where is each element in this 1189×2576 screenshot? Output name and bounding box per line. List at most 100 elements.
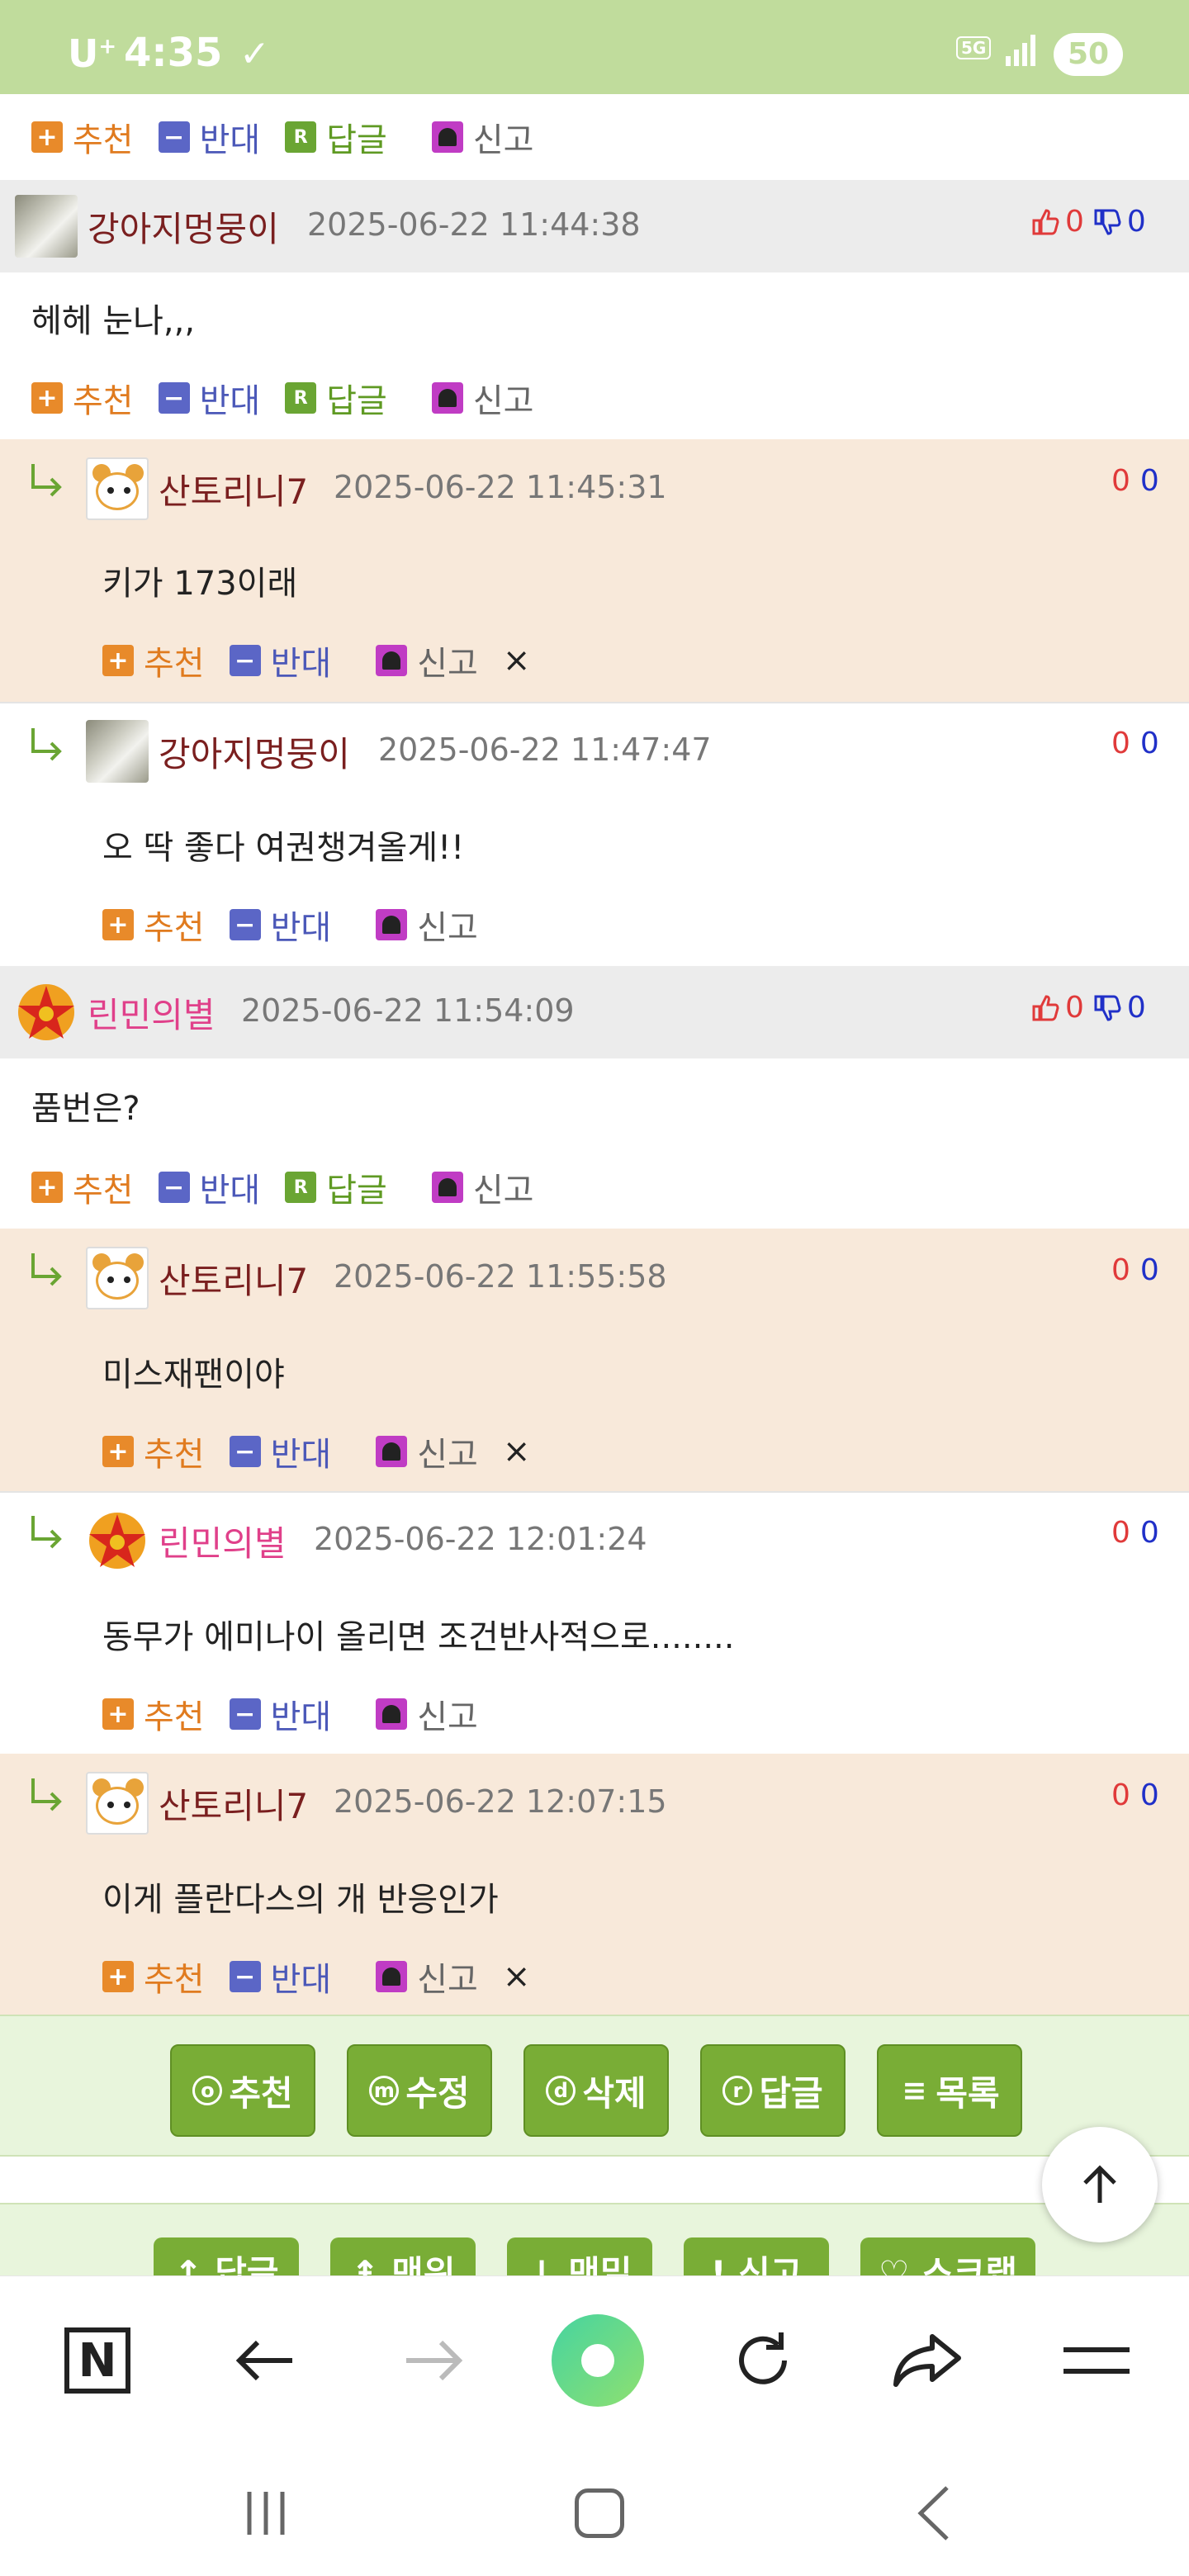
reply-button[interactable]: R 답글	[285, 374, 387, 422]
delete-button[interactable]: d 삭제	[523, 2044, 669, 2137]
downvote-count: 0	[1139, 1253, 1159, 1287]
vote-counts: 00	[1111, 1778, 1159, 1812]
reply-button[interactable]: R 답글	[285, 113, 387, 161]
thumbs-up-icon[interactable]	[1030, 993, 1060, 1023]
home-icon[interactable]	[558, 2480, 641, 2546]
delete-icon[interactable]: ×	[503, 642, 531, 680]
comment-date: 2025-06-22 11:44:38	[307, 206, 641, 243]
naver-home-icon[interactable]: N	[56, 2319, 139, 2402]
avatar[interactable]	[15, 195, 78, 258]
recommend-post-button[interactable]: o 추천	[170, 2044, 315, 2137]
refresh-icon[interactable]	[722, 2319, 804, 2402]
upvote-count: 0	[1111, 1516, 1130, 1550]
oppose-button[interactable]: − 반대	[229, 1690, 331, 1738]
plus-icon: +	[31, 1172, 63, 1203]
recommend-button[interactable]: + 추천	[31, 113, 134, 161]
comment-date: 2025-06-22 12:01:24	[314, 1521, 647, 1557]
recent-apps-icon[interactable]	[225, 2480, 307, 2546]
recommend-button[interactable]: + 추천	[102, 637, 205, 684]
avatar[interactable]	[86, 720, 149, 783]
comment-author[interactable]: 린민의별	[159, 1516, 287, 1566]
oppose-button[interactable]: − 반대	[158, 1163, 260, 1211]
comment-header: 강아지멍뭉이 2025-06-22 11:44:38 0 0	[0, 180, 1189, 272]
avatar[interactable]	[86, 1247, 149, 1309]
report-button[interactable]: 신고	[431, 374, 533, 422]
delete-icon[interactable]: ×	[503, 1432, 531, 1470]
avatar[interactable]	[86, 457, 149, 520]
comment-author[interactable]: 산토리니7	[159, 1253, 308, 1304]
comment-author[interactable]: 산토리니7	[159, 1778, 308, 1829]
vote-counts: 0 0	[1030, 991, 1146, 1025]
system-nav-bar	[0, 2447, 1189, 2576]
carrier-label: U+	[68, 31, 117, 76]
reply-button[interactable]: R 답글	[285, 1163, 387, 1211]
bell-icon	[376, 645, 408, 676]
forward-icon[interactable]	[391, 2319, 474, 2402]
report-button[interactable]: 신고	[431, 113, 533, 161]
downvote-count: 0	[1139, 727, 1159, 760]
star-avatar-icon[interactable]	[86, 1509, 149, 1572]
oppose-button[interactable]: − 반대	[229, 637, 331, 684]
delete-icon[interactable]: ×	[503, 1958, 531, 1996]
plus-icon: +	[102, 645, 134, 676]
report-button[interactable]: 신고	[376, 1428, 478, 1475]
report-button[interactable]: 신고	[376, 1953, 478, 2001]
bell-icon	[376, 1436, 408, 1467]
circle-m-icon: m	[369, 2076, 400, 2105]
menu-icon[interactable]	[1055, 2319, 1138, 2402]
oppose-button[interactable]: − 반대	[229, 1428, 331, 1475]
oppose-button[interactable]: − 반대	[229, 901, 331, 949]
report-button[interactable]: 신고	[376, 637, 478, 684]
recommend-button[interactable]: + 추천	[102, 1428, 205, 1475]
reply-post-button[interactable]: r 답글	[700, 2044, 846, 2137]
comment-body: 이게 플란다스의 개 반응인가	[102, 1881, 499, 1919]
recommend-button[interactable]: + 추천	[102, 901, 205, 949]
thumbs-up-icon[interactable]	[1030, 207, 1060, 237]
comment-actions: + 추천 − 반대 신고	[102, 1689, 503, 1739]
back-nav-icon[interactable]	[892, 2480, 974, 2546]
comment-body: 동무가 에미나이 올리면 조건반사적으로........	[102, 1618, 735, 1656]
oppose-button[interactable]: − 반대	[158, 113, 260, 161]
plus-icon: +	[102, 1961, 134, 1992]
comment-author[interactable]: 산토리니7	[159, 464, 308, 514]
avatar[interactable]	[86, 1772, 149, 1835]
recommend-button[interactable]: + 추천	[31, 374, 134, 422]
downvote-count: 0	[1126, 205, 1146, 239]
list-button[interactable]: ≡ 목록	[877, 2044, 1022, 2137]
report-button[interactable]: 신고	[376, 1690, 478, 1738]
oppose-button[interactable]: − 반대	[229, 1953, 331, 2001]
back-icon[interactable]	[225, 2319, 307, 2402]
vote-counts: 00	[1111, 727, 1159, 760]
recommend-button[interactable]: + 추천	[31, 1163, 134, 1211]
comment-author[interactable]: 강아지멍뭉이	[88, 201, 279, 252]
minus-icon: −	[229, 1961, 261, 1992]
reply-arrow-icon	[31, 728, 62, 761]
recommend-button[interactable]: + 추천	[102, 1953, 205, 2001]
thumbs-down-icon[interactable]	[1092, 207, 1122, 237]
plus-icon: +	[31, 121, 63, 153]
minus-icon: −	[158, 382, 190, 414]
comment-author[interactable]: 린민의별	[88, 987, 216, 1038]
edit-button[interactable]: m 수정	[347, 2044, 492, 2137]
green-dot-icon[interactable]	[550, 2314, 646, 2407]
upvote-count: 0	[1111, 1253, 1130, 1287]
comment-author[interactable]: 강아지멍뭉이	[159, 727, 350, 777]
comment-actions: + 추천 − 반대 R 답글 신고	[31, 1163, 558, 1212]
scroll-top-button[interactable]: ⇞ 맨위	[330, 2237, 476, 2277]
star-avatar-icon[interactable]	[15, 981, 78, 1044]
report-post-button[interactable]: ! 신고	[684, 2237, 829, 2277]
minus-icon: −	[229, 1698, 261, 1730]
comment-body: 오 딱 좋다 여권챙겨올게!!	[102, 829, 465, 867]
reply-bottom-button[interactable]: ↑ 답글	[154, 2237, 299, 2277]
report-button[interactable]: 신고	[431, 1163, 533, 1211]
battery-icon: 50	[1054, 33, 1123, 76]
oppose-button[interactable]: − 반대	[158, 374, 260, 422]
share-icon[interactable]	[887, 2319, 969, 2402]
scroll-bottom-button[interactable]: ↓ 맨밑	[507, 2237, 652, 2277]
thumbs-down-icon[interactable]	[1092, 993, 1122, 1023]
recommend-button[interactable]: + 추천	[102, 1690, 205, 1738]
upvote-count: 0	[1111, 464, 1130, 498]
report-button[interactable]: 신고	[376, 901, 478, 949]
scroll-to-top-button[interactable]	[1042, 2127, 1158, 2242]
scrap-button[interactable]: ♡ 스크랩	[860, 2237, 1035, 2277]
